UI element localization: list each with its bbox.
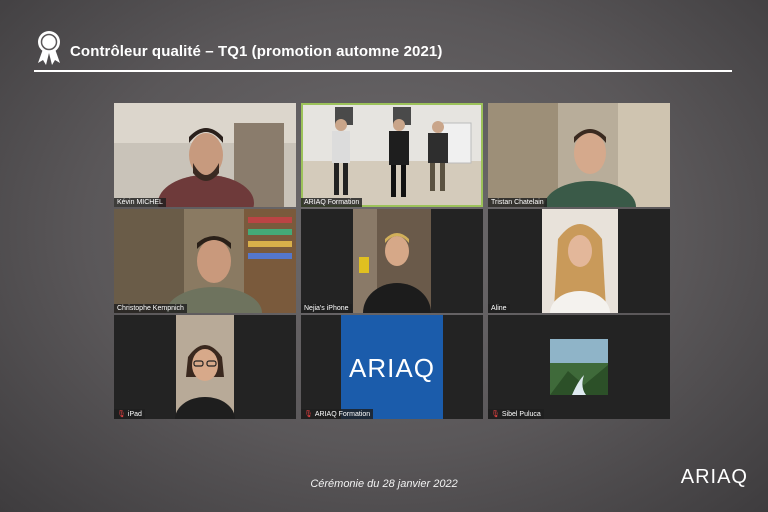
- participant-name-label: 🎙 ARIAQ Formation: [301, 409, 374, 419]
- participant-tile[interactable]: 🎙 iPad: [114, 315, 296, 419]
- participant-video: [301, 209, 483, 313]
- participant-name-label: ARIAQ Formation: [301, 198, 363, 207]
- participant-name: ARIAQ Formation: [304, 199, 360, 206]
- participant-name-label: Nejia's iPhone: [301, 304, 352, 313]
- muted-mic-icon: 🎙: [491, 411, 500, 418]
- ariaq-tile-logo: ARIAQ: [349, 353, 435, 383]
- participant-name-label: Aline: [488, 304, 510, 313]
- participant-video: [488, 315, 670, 419]
- participant-name-label: Kévin MICHEL: [114, 198, 166, 207]
- ariaq-logo: ARIAQ: [680, 466, 748, 488]
- slide-header: Contrôleur qualité – TQ1 (promotion auto…: [34, 28, 442, 68]
- participant-video: ARIAQ: [301, 315, 483, 419]
- participant-name: ARIAQ Formation: [314, 410, 371, 418]
- participant-name-label: 🎙 Sibel Puluca: [488, 409, 544, 419]
- participant-name: Kévin MICHEL: [117, 199, 163, 206]
- ceremony-caption: Cérémonie du 28 janvier 2022: [310, 478, 458, 490]
- participant-name: Aline: [491, 305, 507, 312]
- video-gallery: Kévin MICHEL ARIAQ Formation Tristan Cha…: [114, 103, 670, 419]
- header-divider: [34, 70, 732, 72]
- participant-name: Christophe Kempnich: [117, 305, 184, 312]
- participant-name-label: Christophe Kempnich: [114, 304, 187, 313]
- participant-tile[interactable]: Kévin MICHEL: [114, 103, 296, 207]
- muted-mic-icon: 🎙: [117, 411, 126, 418]
- slide-title: Contrôleur qualité – TQ1 (promotion auto…: [70, 42, 443, 60]
- participant-name: Sibel Puluca: [501, 410, 541, 418]
- muted-mic-icon: 🎙: [304, 411, 313, 418]
- participant-name-label: 🎙 iPad: [114, 409, 145, 419]
- participant-name: Nejia's iPhone: [304, 305, 349, 312]
- participant-name-label: Tristan Chatelain: [488, 198, 547, 207]
- participant-video: [488, 103, 670, 207]
- participant-video: [114, 209, 296, 313]
- participant-video: [114, 315, 296, 419]
- participant-name: Tristan Chatelain: [491, 199, 544, 206]
- participant-tile[interactable]: Aline: [488, 209, 670, 313]
- participant-tile[interactable]: Christophe Kempnich: [114, 209, 296, 313]
- participant-video: [488, 209, 670, 313]
- participant-video: [114, 103, 296, 207]
- participant-tile-active-speaker[interactable]: ARIAQ Formation: [301, 103, 483, 207]
- participant-tile[interactable]: Tristan Chatelain: [488, 103, 670, 207]
- participant-tile[interactable]: Nejia's iPhone: [301, 209, 483, 313]
- award-ribbon-icon: [38, 31, 60, 65]
- participant-video: [301, 103, 483, 207]
- participant-tile[interactable]: ARIAQ 🎙 ARIAQ Formation: [301, 315, 483, 419]
- participant-name: iPad: [127, 410, 142, 418]
- participant-tile[interactable]: 🎙 Sibel Puluca: [488, 315, 670, 419]
